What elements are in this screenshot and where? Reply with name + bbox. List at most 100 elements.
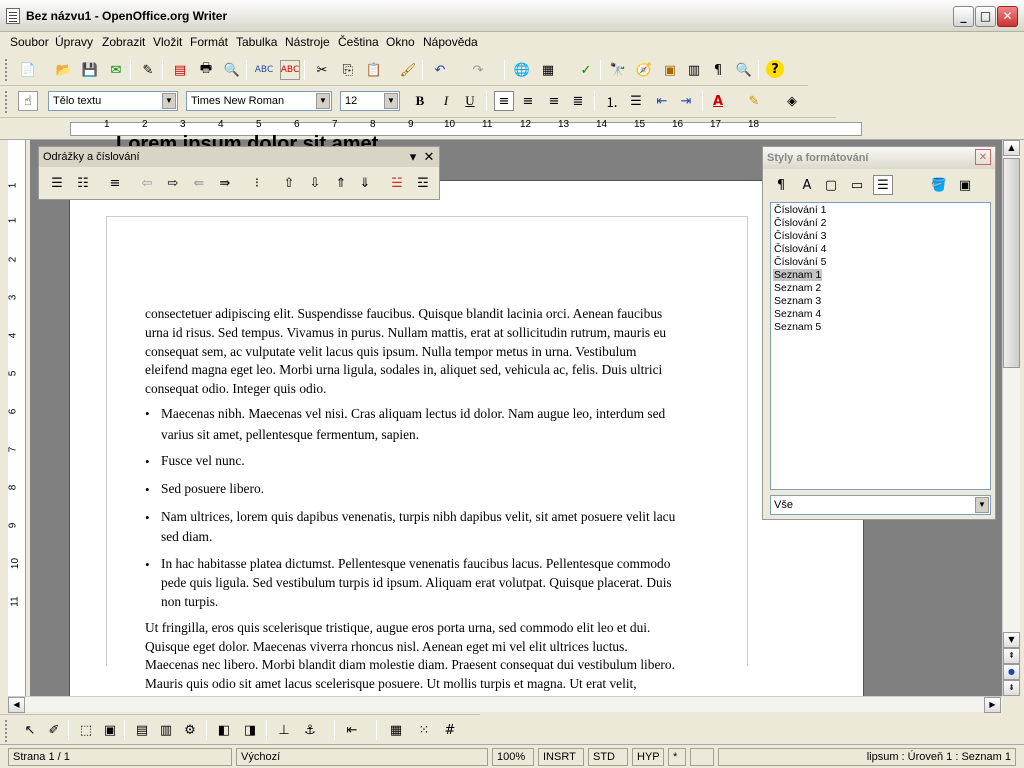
style-filter-select[interactable]: Vše ▼ <box>770 495 991 515</box>
page-preview-icon[interactable]: 🔍 <box>222 60 242 80</box>
gallery-icon[interactable]: ▣ <box>660 60 680 80</box>
export-pdf-icon[interactable]: ▤ <box>170 60 190 80</box>
paragraph-line[interactable]: Quisque eget dolor. Maecenas viverra rho… <box>145 638 628 657</box>
menu-upravy[interactable]: Úpravy <box>55 35 93 49</box>
paragraph-line[interactable]: urna id risus. Sed tempus. Vivamus in pu… <box>145 324 666 343</box>
clone-formatting-icon[interactable]: 🖌 <box>398 60 418 80</box>
minimize-button[interactable]: _ <box>953 6 974 27</box>
email-icon[interactable]: ✉ <box>106 60 126 80</box>
snap-grid-icon[interactable]: ⁙ <box>414 720 434 740</box>
list-item[interactable]: Fusce vel nunc. <box>161 452 245 471</box>
align-objects-icon[interactable]: ⊥ <box>274 720 294 740</box>
new-style-icon[interactable]: ▣ <box>955 175 975 195</box>
properties-icon[interactable]: ▥ <box>156 720 176 740</box>
restart-numbering-icon[interactable]: ☱ <box>387 173 407 193</box>
demote-icon[interactable]: ⇨ <box>163 173 183 193</box>
style-item[interactable]: Seznam 5 <box>773 321 822 333</box>
toolbar-grip[interactable] <box>5 59 8 81</box>
styles-formatting-icon[interactable]: ☝ <box>18 91 38 111</box>
copy-icon[interactable]: ⎘ <box>338 60 358 80</box>
digital-signature-indicator[interactable] <box>690 748 714 766</box>
toolbar-grip[interactable] <box>5 91 8 113</box>
justify-icon[interactable]: ≣ <box>568 91 588 111</box>
style-list[interactable]: Číslování 1 Číslování 2 Číslování 3 Čísl… <box>770 202 991 490</box>
vertical-scrollbar[interactable]: ▲ ▼ ⇞ ● ⇟ <box>1002 140 1020 696</box>
move-up-icon[interactable]: ⇧ <box>279 173 299 193</box>
list-item[interactable]: In hac habitasse platea dictumst. Pellen… <box>161 555 670 574</box>
list-styles-icon[interactable]: ☰ <box>873 175 893 195</box>
style-item[interactable]: Číslování 3 <box>773 230 828 242</box>
bullets-off-icon[interactable]: ☰ <box>47 173 67 193</box>
promote-icon[interactable]: ⇦ <box>137 173 157 193</box>
navigation-button[interactable]: ● <box>1003 664 1020 680</box>
bullets-numbering-dialog-icon[interactable]: ☲ <box>413 173 433 193</box>
promote-subpoints-icon[interactable]: ⇚ <box>189 173 209 193</box>
close-button[interactable]: ✕ <box>997 6 1018 27</box>
group-icon[interactable]: ⬚ <box>76 720 96 740</box>
move-up-subpoints-icon[interactable]: ⇑ <box>331 173 351 193</box>
edit-points-icon[interactable]: ✐ <box>44 720 64 740</box>
decrease-indent-icon[interactable]: ⇤ <box>652 91 672 111</box>
nonprinting-chars-icon[interactable]: ¶ <box>708 60 728 80</box>
style-item[interactable]: Číslování 2 <box>773 217 828 229</box>
frame-styles-icon[interactable]: ▢ <box>821 175 841 195</box>
print-icon[interactable]: 🖶 <box>196 60 216 80</box>
navigator-icon[interactable]: 🧭 <box>634 60 654 80</box>
page-style-indicator[interactable]: Výchozí <box>236 748 488 766</box>
table-icon[interactable]: ▦ <box>538 60 558 80</box>
maximize-button[interactable]: □ <box>975 6 996 27</box>
menu-cestina[interactable]: Čeština <box>338 35 379 49</box>
insert-mode-indicator[interactable]: INSRT <box>538 748 584 766</box>
style-item[interactable]: Číslování 5 <box>773 256 828 268</box>
paragraph-line[interactable]: Maecenas nec libero. Morbi blandit diam … <box>145 656 675 675</box>
scroll-left-button[interactable]: ◀ <box>8 697 25 713</box>
insert-unnumbered-entry-icon[interactable]: ⁝ <box>247 173 267 193</box>
menu-napoveda[interactable]: Nápověda <box>423 35 478 49</box>
vertical-ruler[interactable]: 1 1 2 3 4 5 6 7 8 9 10 11 <box>7 140 26 696</box>
redo-icon[interactable]: ↷ <box>468 60 488 80</box>
bullets-toolbar-header[interactable]: Odrážky a číslování ▾ ✕ <box>39 147 439 167</box>
list-item[interactable]: Nam ultrices, lorem quis dapibus venenat… <box>161 508 675 527</box>
background-color-icon[interactable]: ◈ <box>782 91 802 111</box>
help-icon[interactable]: ? <box>766 60 784 78</box>
bring-front-icon[interactable]: ◧ <box>214 720 234 740</box>
menu-format[interactable]: Formát <box>190 35 228 49</box>
save-icon[interactable]: 💾 <box>80 60 100 80</box>
hyperlink-icon[interactable]: 🌐 <box>512 60 532 80</box>
undo-icon[interactable]: ↶ <box>430 60 450 80</box>
next-page-button[interactable]: ⇟ <box>1003 680 1020 696</box>
demote-subpoints-icon[interactable]: ⇛ <box>215 173 235 193</box>
style-item-selected[interactable]: Seznam 1 <box>773 269 823 281</box>
font-name-select[interactable]: Times New Roman ▼ <box>186 91 332 111</box>
menu-tabulka[interactable]: Tabulka <box>236 35 277 49</box>
send-back-icon[interactable]: ◨ <box>240 720 260 740</box>
list-item[interactable]: Maecenas nibh. Maecenas vel nisi. Cras a… <box>161 405 665 424</box>
paragraph-line[interactable]: Ut fringilla, eros quis scelerisque tris… <box>145 619 650 638</box>
show-draw-functions-icon[interactable]: ✓ <box>576 60 596 80</box>
menu-okno[interactable]: Okno <box>386 35 415 49</box>
helplines-icon[interactable]: # <box>440 720 460 740</box>
style-item[interactable]: Seznam 3 <box>773 295 822 307</box>
grid-icon[interactable]: ▦ <box>386 720 406 740</box>
close-icon[interactable]: ✕ <box>419 147 439 167</box>
style-item[interactable]: Seznam 4 <box>773 308 822 320</box>
font-color-icon[interactable]: A <box>708 91 728 111</box>
scroll-right-button[interactable]: ▶ <box>984 697 1001 713</box>
style-item[interactable]: Číslování 1 <box>773 204 828 216</box>
spellcheck-icon[interactable]: ABC <box>254 60 274 80</box>
page-indicator[interactable]: Strana 1 / 1 <box>8 748 232 766</box>
selection-mode-indicator[interactable]: STD <box>588 748 628 766</box>
menu-vlozit[interactable]: Vložit <box>153 35 182 49</box>
align-right-icon[interactable]: ≡ <box>544 91 564 111</box>
bold-icon[interactable]: B <box>410 91 430 111</box>
character-styles-icon[interactable]: A <box>797 175 817 195</box>
style-item[interactable]: Číslování 4 <box>773 243 828 255</box>
menu-soubor[interactable]: Soubor <box>10 35 49 49</box>
increase-indent-icon[interactable]: ⇥ <box>676 91 696 111</box>
paste-icon[interactable]: 📋 <box>364 60 384 80</box>
wrap-icon[interactable]: ⇤ <box>342 720 362 740</box>
styles-panel-header[interactable]: Styly a formátování ✕ <box>763 147 995 169</box>
paragraph-line[interactable]: eleifend magna eget leo. Morbi urna ligu… <box>145 361 662 380</box>
cut-icon[interactable]: ✂ <box>312 60 332 80</box>
hyperlink-mode-indicator[interactable]: HYP <box>632 748 664 766</box>
